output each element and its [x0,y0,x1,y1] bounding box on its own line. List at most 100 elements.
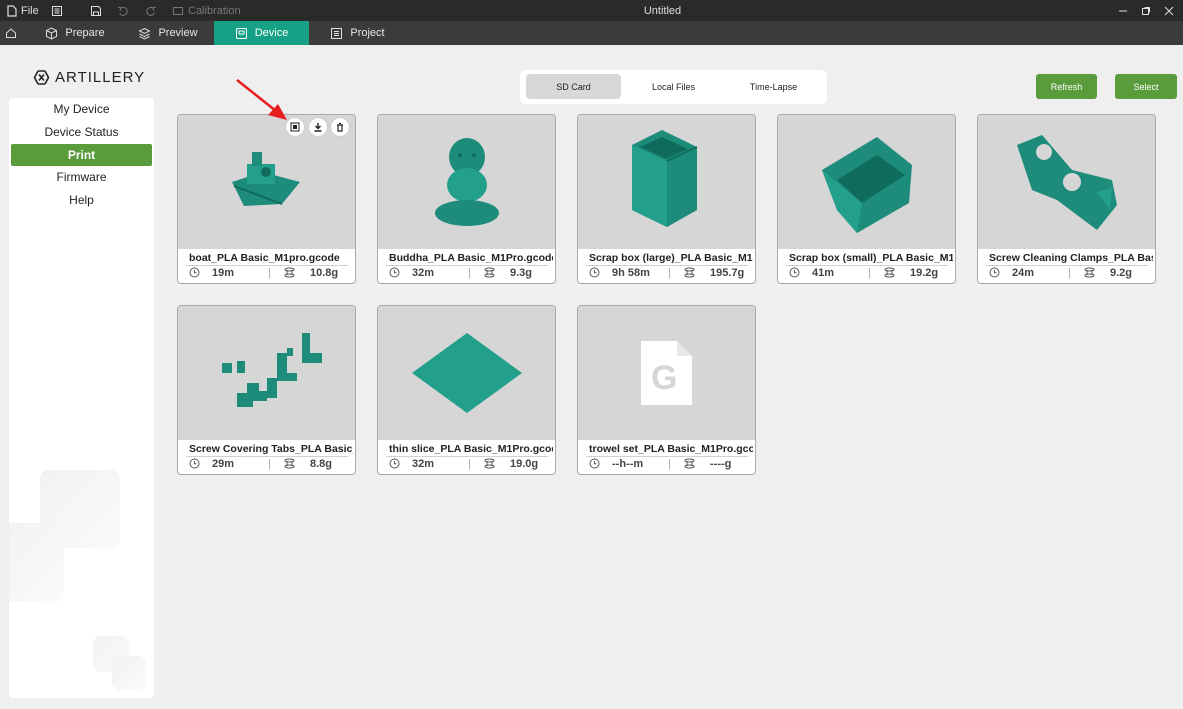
file-meta: 19m | 10.8g [189,267,349,281]
clock-icon [389,458,400,471]
file-name: Screw Covering Tabs_PLA Basic_M1Pro.gcod… [189,443,353,455]
artillery-logo-icon [33,70,50,85]
undo-icon[interactable] [117,0,129,21]
file-name: boat_PLA Basic_M1pro.gcode [189,252,340,264]
calibration-label: Calibration [188,4,241,17]
sidebar-item-help[interactable]: Help [9,189,154,211]
file-card[interactable]: Screw Cleaning Clamps_PLA Basic_M1Pro.gc… [977,114,1156,284]
filament-weight: 19.2g [910,267,939,279]
main-tab-bar: Prepare Preview Device Project [0,21,1183,45]
model-boat-icon [231,152,300,206]
model-thumbnail [378,306,555,440]
divider [586,265,748,266]
filament-weight: ----g [710,458,732,470]
model-thumbnail [778,115,955,249]
tab-prepare[interactable]: Prepare [40,21,110,45]
close-icon[interactable] [1164,0,1174,21]
spool-icon [284,458,295,471]
file-name: Scrap box (large)_PLA Basic_M1Pro.gcode [589,252,753,264]
tab-time-lapse[interactable]: Time-Lapse [726,74,821,99]
sidebar-item-my-device[interactable]: My Device [9,98,154,120]
separator: | [1068,267,1071,279]
file-icon [7,4,17,17]
select-button[interactable]: Select [1115,74,1177,99]
file-card[interactable]: Scrap box (large)_PLA Basic_M1Pro.gcode … [577,114,756,284]
model-box-large-icon [631,129,697,227]
trash-icon[interactable] [331,118,349,136]
tab-local-files[interactable]: Local Files [626,74,721,99]
divider [186,456,348,457]
model-thumbnail [178,115,355,249]
divider [386,265,548,266]
model-thumbnail [578,115,755,249]
file-menu[interactable]: File [6,0,39,21]
divider [786,265,948,266]
spool-icon [484,458,495,471]
file-name: Scrap box (small)_PLA Basic_M1Pro.gcode [789,252,953,264]
sidebar-item-firmware[interactable]: Firmware [9,166,154,188]
clock-icon [989,267,1000,280]
maximize-icon[interactable] [1141,0,1151,21]
menu-icon[interactable] [51,0,63,21]
download-icon[interactable] [309,118,327,136]
brand-logo: ARTILLERY [33,69,145,86]
model-thumbnail [378,115,555,249]
print-time: 9h 58m [612,267,650,279]
spool-icon [484,267,495,280]
redo-icon[interactable] [145,0,157,21]
file-card[interactable]: Scrap box (small)_PLA Basic_M1Pro.gcode … [777,114,956,284]
device-page: ARTILLERY My Device Device Status Print … [0,45,1183,709]
print-time: 19m [212,267,235,279]
filament-weight: 9.3g [510,267,533,279]
spool-icon [284,267,295,280]
sidebar-item-device-status[interactable]: Device Status [9,121,154,143]
print-time: 41m [812,267,835,279]
separator: | [268,458,271,470]
filament-weight: 19.0g [510,458,539,470]
file-card[interactable]: thin slice_PLA Basic_M1Pro.gcode 32m | 1… [377,305,556,475]
file-name: trowel set_PLA Basic_M1Pro.gcode [589,443,753,455]
file-meta: --h--m | ----g [589,458,749,472]
spool-icon [1084,267,1095,280]
divider [186,265,348,266]
spool-icon [684,267,695,280]
device-sidebar: My Device Device Status Print Firmware H… [9,98,154,698]
file-meta: 29m | 8.8g [189,458,349,472]
model-thumbnail [178,306,355,440]
minimize-icon[interactable] [1118,0,1128,21]
file-meta: 9h 58m | 195.7g [589,267,749,281]
filament-weight: 8.8g [310,458,333,470]
model-clamps-icon [1016,134,1117,230]
home-icon[interactable] [0,21,22,45]
storage-source-switch: SD Card Local Files Time-Lapse [520,70,827,104]
file-card[interactable]: Buddha_PLA Basic_M1Pro.gcode 32m | 9.3g [377,114,556,284]
tab-device[interactable]: Device [214,21,309,45]
tab-project-label: Project [350,27,385,39]
print-icon[interactable] [286,118,304,136]
calibration-icon [173,6,183,15]
clock-icon [589,458,600,471]
tab-prepare-label: Prepare [65,27,105,39]
file-card[interactable]: boat_PLA Basic_M1pro.gcode 19m | 10.8g [177,114,356,284]
divider [586,456,748,457]
tab-preview[interactable]: Preview [133,21,203,45]
file-card[interactable]: G trowel set_PLA Basic_M1Pro.gcode --h--… [577,305,756,475]
model-tabs-icon [221,333,322,407]
divider [986,265,1148,266]
file-name: Screw Cleaning Clamps_PLA Basic_M1Pro.gc… [989,252,1153,264]
separator: | [668,267,671,279]
decorative-shape [9,523,64,601]
separator: | [268,267,271,279]
refresh-button[interactable]: Refresh [1036,74,1097,99]
sidebar-item-print[interactable]: Print [11,144,152,166]
file-card[interactable]: Screw Covering Tabs_PLA Basic_M1Pro.gcod… [177,305,356,475]
tab-project[interactable]: Project [325,21,390,45]
print-time: 32m [412,267,435,279]
decorative-shape [112,656,146,690]
save-icon[interactable] [90,0,102,21]
model-slice-icon [411,333,522,413]
spool-icon [884,267,895,280]
tab-sd-card[interactable]: SD Card [526,74,621,99]
calibration-menu[interactable]: Calibration [172,0,241,21]
clock-icon [189,267,200,280]
